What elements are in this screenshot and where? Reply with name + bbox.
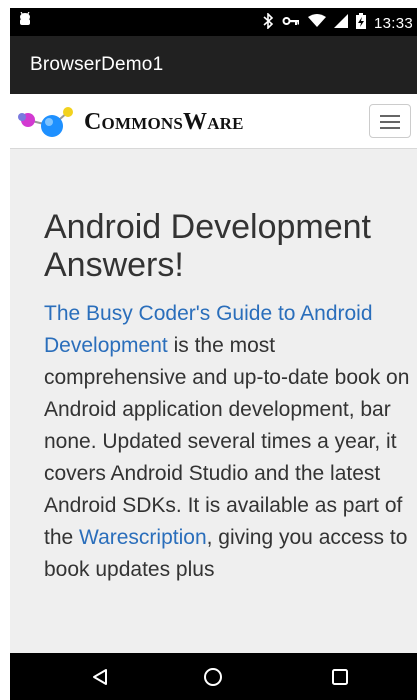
bluetooth-icon (262, 12, 274, 33)
status-bar: 13:33 (10, 8, 417, 36)
battery-icon (355, 13, 366, 33)
hamburger-menu-button[interactable] (369, 104, 411, 138)
wifi-icon (307, 14, 326, 32)
home-button[interactable] (173, 653, 253, 700)
page-content: Android Development Answers! The Busy Co… (44, 148, 414, 586)
back-triangle-icon (93, 668, 107, 685)
app-bar: BrowserDemo1 (10, 36, 417, 94)
vpn-key-icon (282, 15, 300, 31)
status-time: 13:33 (373, 14, 413, 32)
warescription-link[interactable]: Warescription (79, 526, 207, 549)
recents-square-icon (332, 668, 348, 685)
commonsware-logo[interactable]: CommonsWare (18, 106, 248, 138)
app-title: BrowserDemo1 (30, 54, 164, 75)
navigation-bar (10, 653, 417, 700)
home-circle-icon (204, 667, 222, 686)
back-button[interactable] (60, 653, 140, 700)
device-screen: 13:33 BrowserDemo1 CommonsWare Android D… (10, 8, 417, 700)
molecule-logo-icon (18, 107, 73, 137)
android-debug-icon (18, 11, 32, 32)
logo-text: CommonsWare (84, 109, 244, 135)
intro-paragraph: The Busy Coder's Guide to Android Develo… (44, 298, 414, 586)
site-header: CommonsWare (10, 94, 417, 149)
recents-button[interactable] (300, 653, 380, 700)
page-headline: Android Development Answers! (44, 208, 371, 284)
signal-icon (333, 14, 348, 32)
intro-text: is the most comprehensive and up-to-date… (44, 334, 410, 549)
